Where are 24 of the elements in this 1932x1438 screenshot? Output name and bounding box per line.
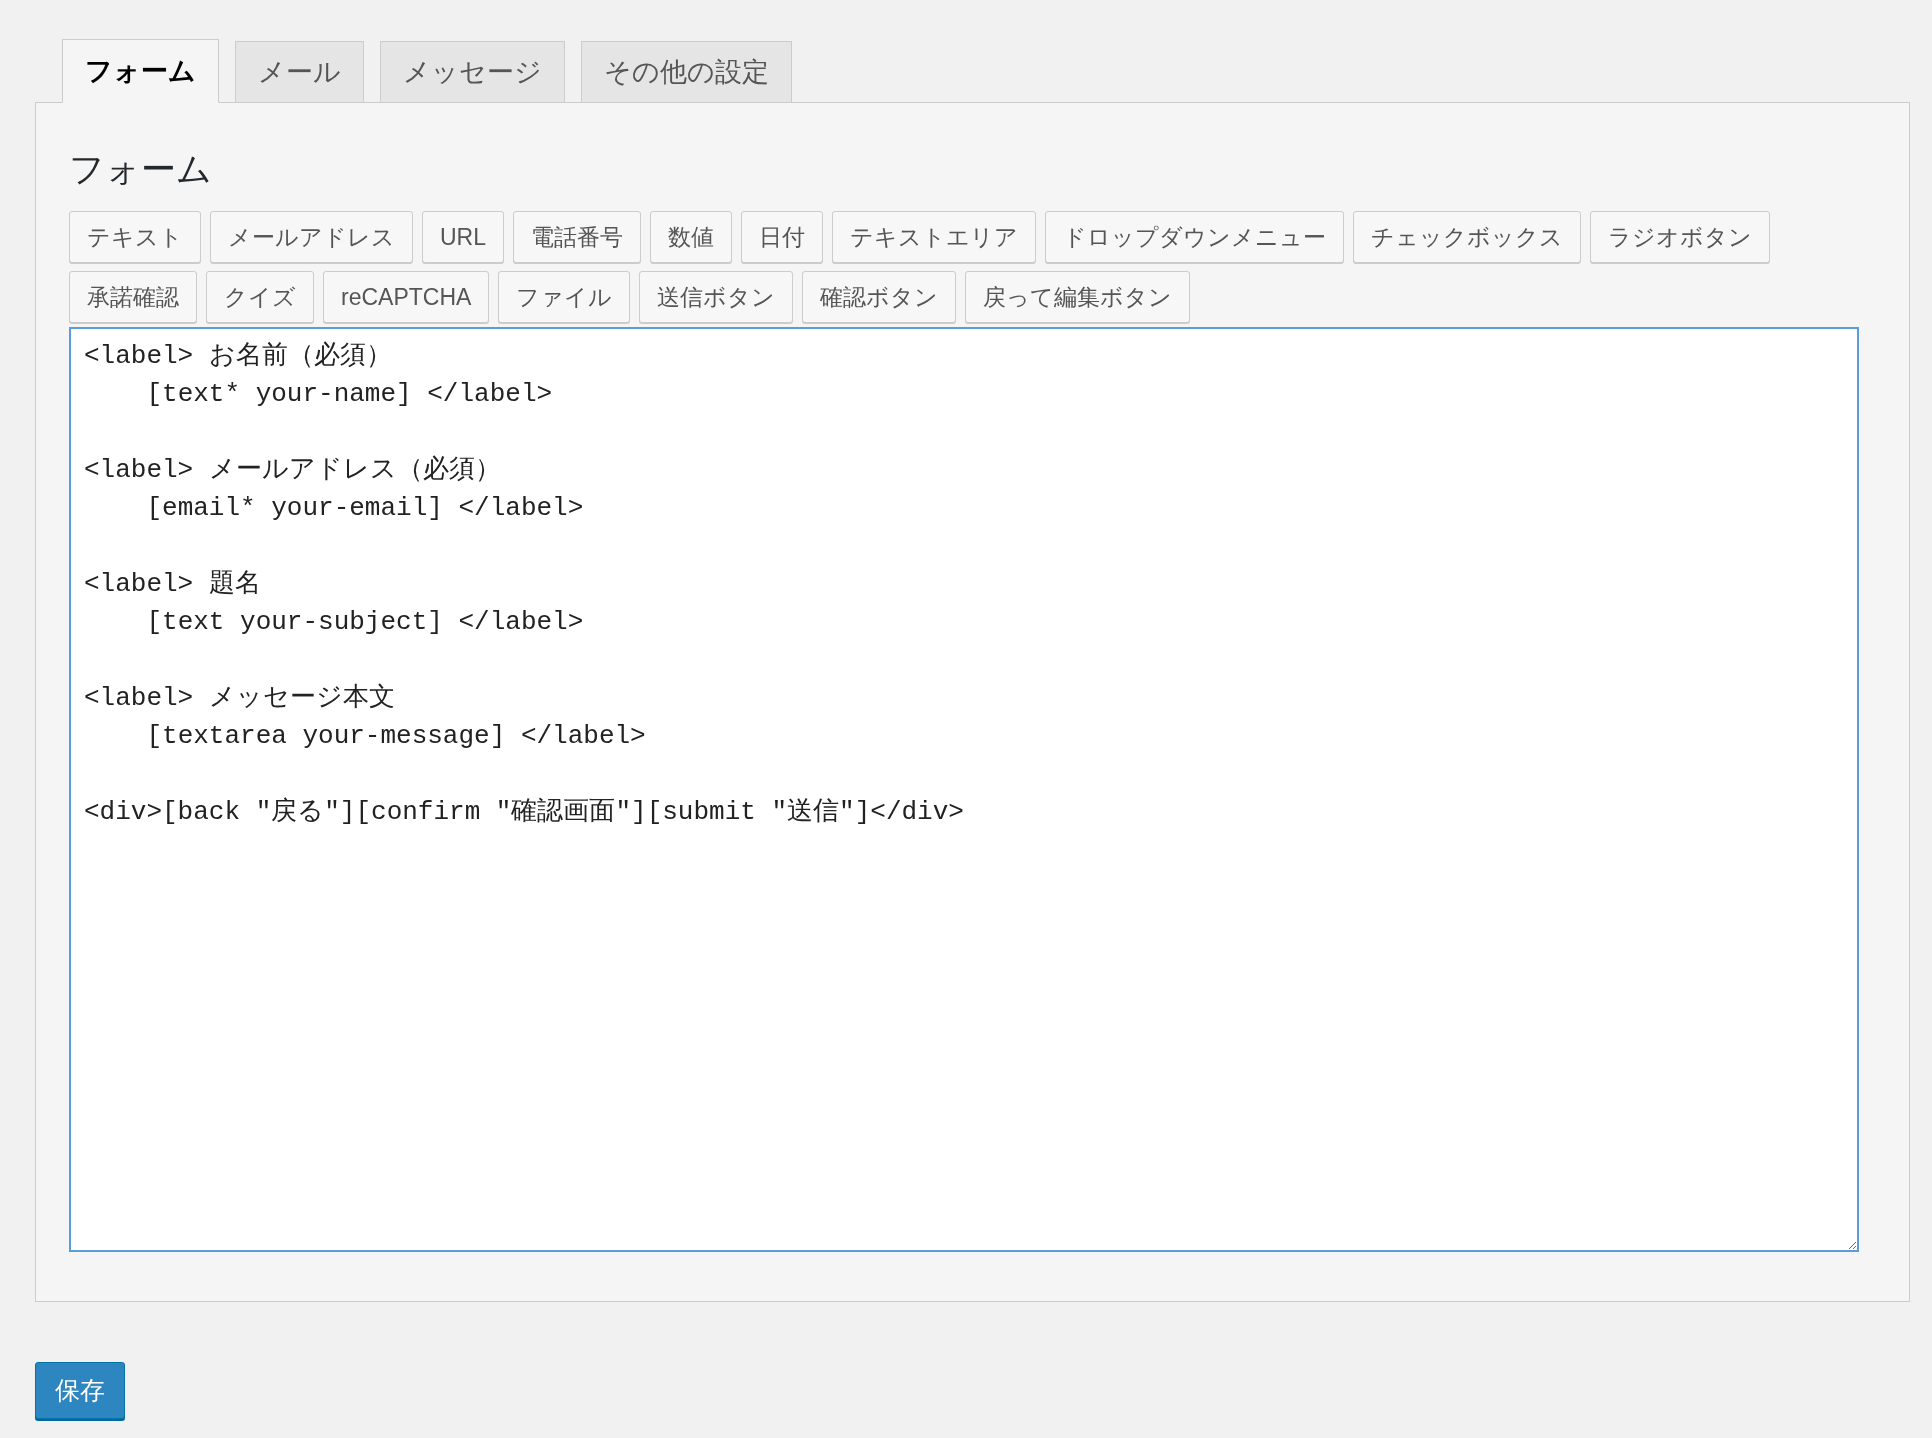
tag-generator-button[interactable]: 電話番号 (513, 211, 641, 263)
tab[interactable]: メール (235, 41, 364, 103)
tab[interactable]: メッセージ (380, 41, 565, 103)
tab[interactable]: フォーム (62, 39, 219, 103)
tag-generator-button[interactable]: ドロップダウンメニュー (1045, 211, 1344, 263)
tag-generator-button[interactable]: チェックボックス (1353, 211, 1581, 263)
tab[interactable]: その他の設定 (581, 41, 792, 103)
tag-generator-button[interactable]: URL (422, 211, 504, 263)
tag-generator-button[interactable]: メールアドレス (210, 211, 413, 263)
tag-generator-button[interactable]: 確認ボタン (802, 271, 957, 323)
save-button[interactable]: 保存 (35, 1362, 125, 1419)
tag-generator-button[interactable]: ラジオボタン (1590, 211, 1770, 263)
tag-generator-button[interactable]: テキスト (69, 211, 201, 263)
tag-generator-button[interactable]: reCAPTCHA (323, 271, 490, 323)
form-editor[interactable]: <label> お名前（必須） [text* your-name] </label> <label> メールアドレス（必須） [email* your-email] </label> <label> 題名 [text your-subject] </label> <label> メッセージ本文 [textarea your-message] </label> <div>[back "戻る"][confirm "確認画面"][submit "送信"]</div> (69, 327, 1859, 1252)
tag-generator-button[interactable]: 送信ボタン (639, 271, 794, 323)
tag-generator-button[interactable]: ファイル (498, 271, 631, 323)
tag-generator-button[interactable]: 日付 (741, 211, 823, 263)
tag-generator-button[interactable]: 数値 (650, 211, 732, 263)
tag-generator-button[interactable]: テキストエリア (832, 211, 1036, 263)
tag-generator-button[interactable]: 戻って編集ボタン (965, 271, 1191, 323)
tag-generator-button[interactable]: クイズ (206, 271, 314, 323)
tag-generator-button[interactable]: 承諾確認 (69, 271, 197, 323)
section-heading: フォーム (69, 148, 213, 190)
